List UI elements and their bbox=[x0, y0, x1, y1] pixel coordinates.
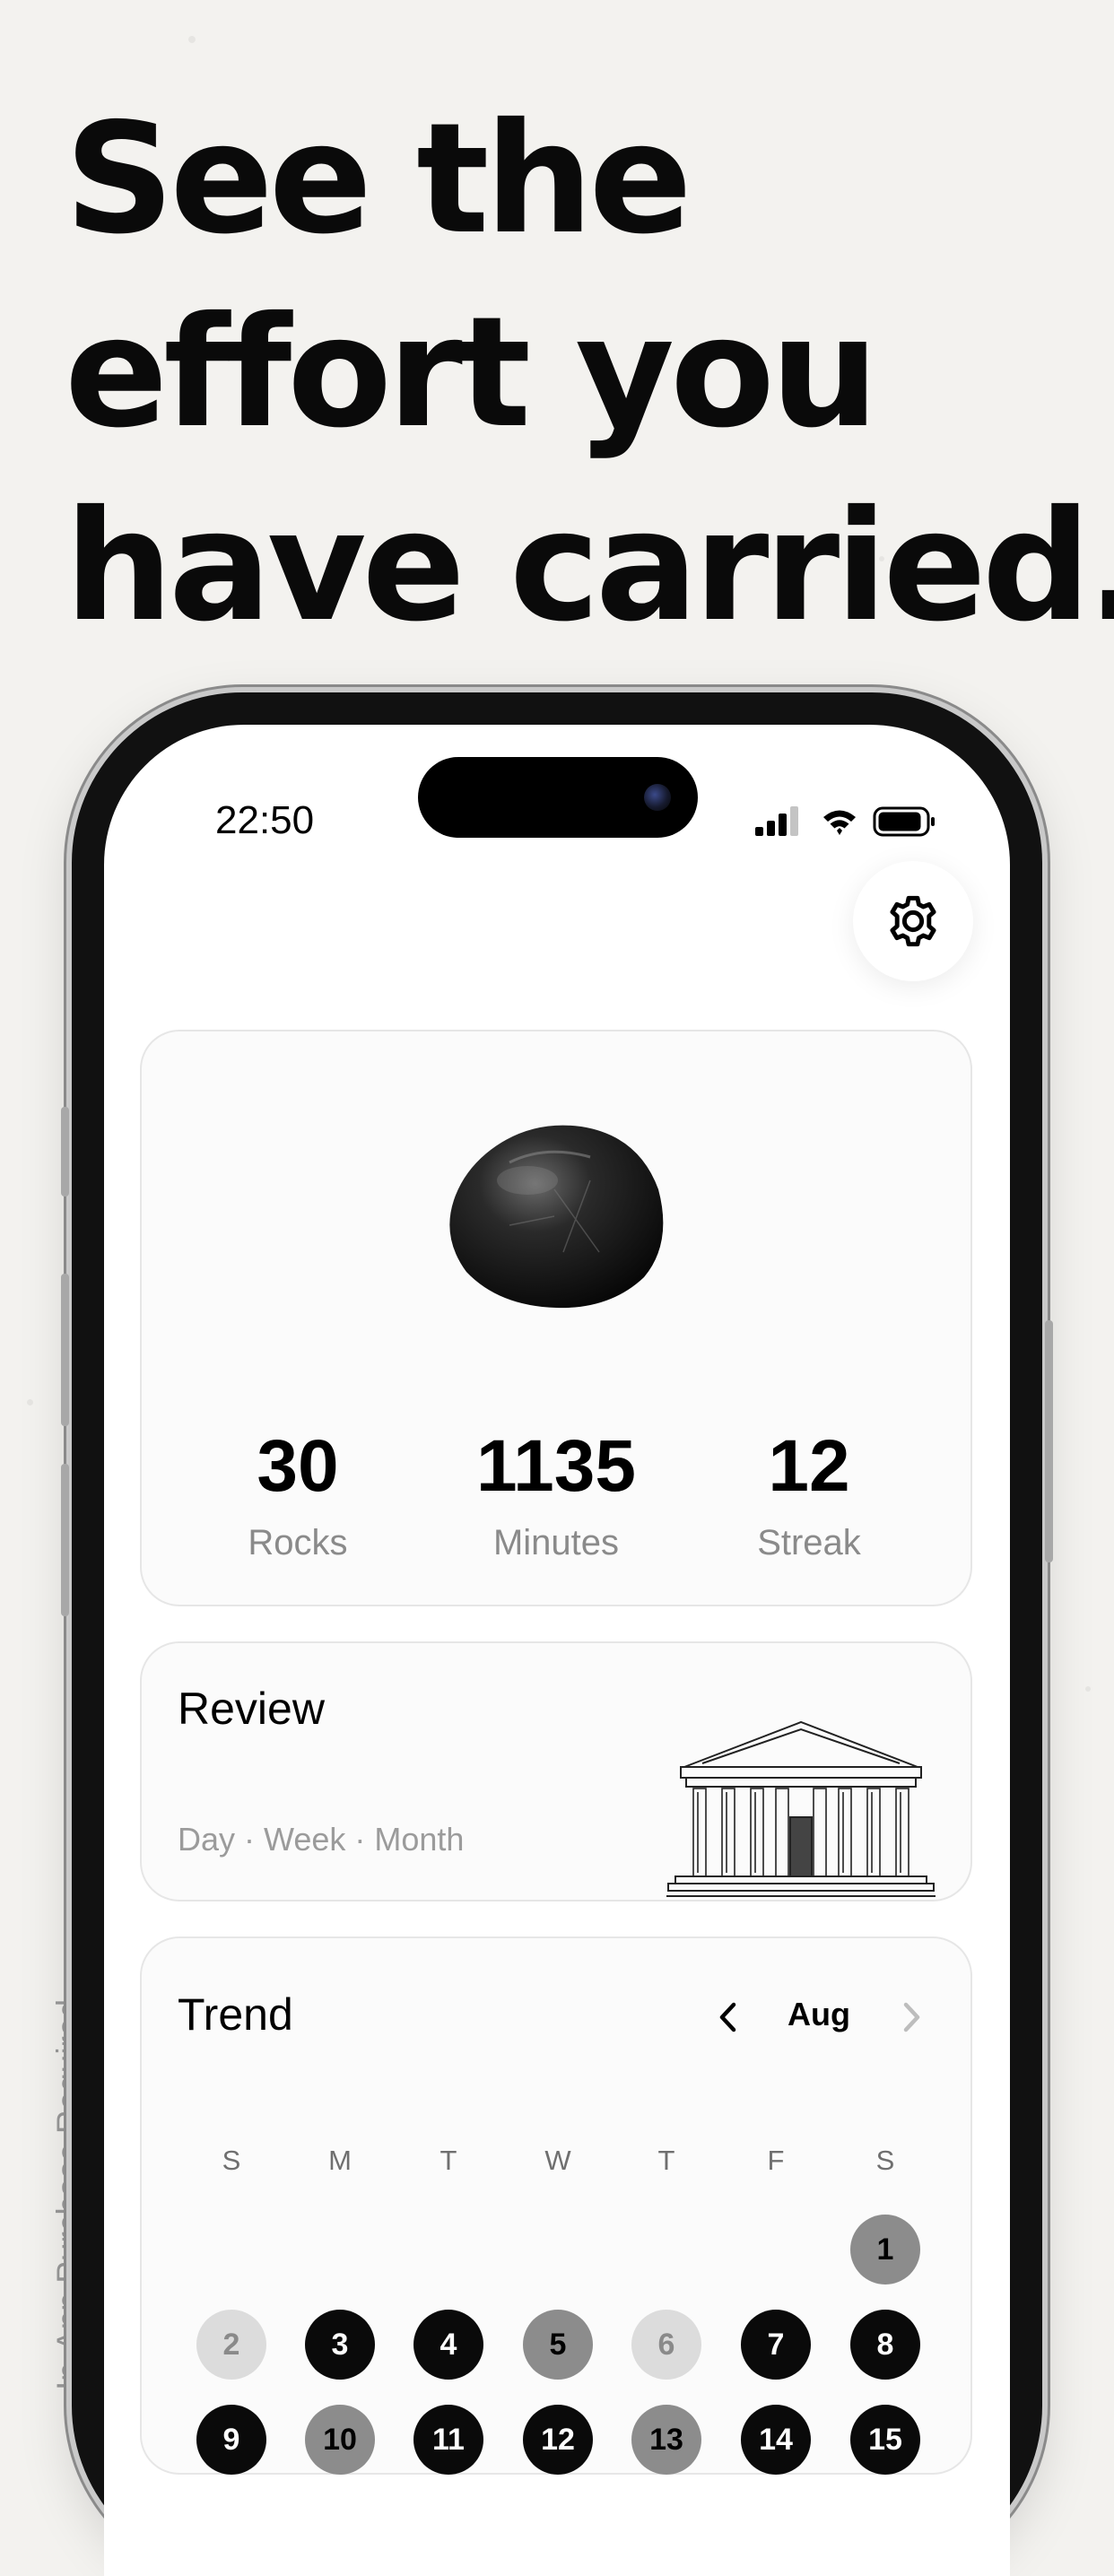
calendar-day[interactable]: 6 bbox=[631, 2310, 701, 2380]
phone-mockup: 22:50 30 Rocks 1135 Minutes 12 Streak Re… bbox=[61, 692, 1053, 2576]
stat-streak-label: Streak bbox=[757, 1523, 861, 1562]
calendar-day[interactable]: 8 bbox=[850, 2310, 920, 2380]
wifi-icon bbox=[823, 810, 856, 835]
next-month-button[interactable] bbox=[886, 1992, 936, 2042]
temple-illustration bbox=[666, 1720, 936, 1897]
weekday-label: F bbox=[767, 2145, 785, 2176]
stat-minutes-value: 1135 bbox=[476, 1425, 636, 1507]
stat-minutes-label: Minutes bbox=[492, 1523, 620, 1562]
status-time: 22:50 bbox=[215, 798, 315, 842]
stat-rocks-label: Rocks bbox=[248, 1523, 348, 1562]
battery-icon bbox=[873, 806, 935, 837]
phone-volume-up-button bbox=[61, 1274, 69, 1426]
calendar-day[interactable]: 3 bbox=[305, 2310, 375, 2380]
weekday-label: T bbox=[657, 2145, 675, 2176]
review-subtitle: Day · Week · Month bbox=[178, 1821, 465, 1858]
calendar-day[interactable]: 14 bbox=[741, 2405, 811, 2475]
stat-rocks: 30 Rocks bbox=[172, 1426, 423, 1563]
phone-screen: 22:50 30 Rocks 1135 Minutes 12 Streak Re… bbox=[104, 725, 1010, 2576]
signal-icon bbox=[755, 806, 798, 836]
weekday-label: W bbox=[544, 2145, 571, 2176]
stat-rocks-value: 30 bbox=[257, 1425, 339, 1507]
calendar-day[interactable]: 10 bbox=[305, 2405, 375, 2475]
calendar-day[interactable]: 13 bbox=[631, 2405, 701, 2475]
headline: See the effort you have carried. bbox=[65, 83, 1114, 664]
weekday-label: M bbox=[328, 2145, 352, 2176]
phone-action-button bbox=[61, 1107, 69, 1197]
stat-streak: 12 Streak bbox=[683, 1426, 935, 1563]
status-icons bbox=[755, 806, 935, 837]
headline-line-3: have carried. bbox=[65, 478, 1114, 656]
calendar-day[interactable]: 7 bbox=[741, 2310, 811, 2380]
gear-icon bbox=[890, 895, 936, 947]
calendar-day[interactable]: 5 bbox=[523, 2310, 593, 2380]
calendar-day[interactable]: 1 bbox=[850, 2215, 920, 2284]
calendar-day[interactable]: 12 bbox=[523, 2405, 593, 2475]
headline-line-2: effort you bbox=[65, 284, 879, 462]
dynamic-island bbox=[418, 757, 698, 838]
weekday-label: S bbox=[875, 2145, 895, 2176]
previous-month-button[interactable] bbox=[703, 1992, 753, 2042]
trend-title: Trend bbox=[178, 1989, 293, 2040]
calendar-day[interactable]: 9 bbox=[196, 2405, 266, 2475]
trend-card: Trend Aug SMTWTFS 1 2 3 4 5 6 7 8 9 10 11 12 13 14 15 bbox=[140, 1936, 972, 2475]
stat-minutes: 1135 Minutes bbox=[431, 1426, 682, 1563]
phone-volume-down-button bbox=[61, 1464, 69, 1616]
calendar-day[interactable]: 11 bbox=[413, 2405, 483, 2475]
rock-image bbox=[449, 1125, 664, 1309]
settings-button[interactable] bbox=[853, 861, 973, 981]
calendar-day[interactable]: 4 bbox=[413, 2310, 483, 2380]
phone-power-button bbox=[1045, 1320, 1053, 1562]
stats-card: 30 Rocks 1135 Minutes 12 Streak bbox=[140, 1030, 972, 1606]
month-label: Aug bbox=[788, 1996, 850, 2032]
stat-streak-value: 12 bbox=[768, 1425, 850, 1507]
camera-icon bbox=[644, 784, 671, 811]
headline-line-1: See the bbox=[65, 91, 692, 268]
chevron-left-icon bbox=[719, 2002, 736, 2032]
calendar-day[interactable]: 2 bbox=[196, 2310, 266, 2380]
review-title: Review bbox=[178, 1684, 325, 1734]
calendar-day[interactable]: 15 bbox=[850, 2405, 920, 2475]
review-card[interactable]: Review Day · Week · Month bbox=[140, 1641, 972, 1902]
weekday-label: S bbox=[222, 2145, 241, 2176]
weekday-label: T bbox=[440, 2145, 457, 2176]
chevron-right-icon bbox=[903, 2002, 920, 2032]
